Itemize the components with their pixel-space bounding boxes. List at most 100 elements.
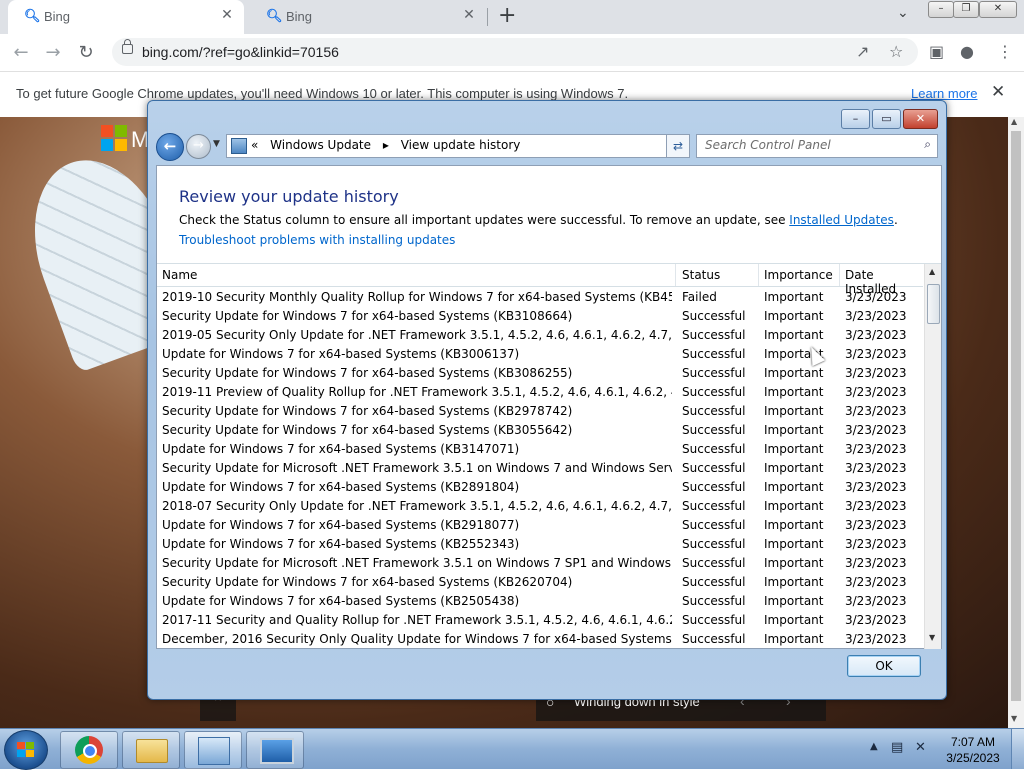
table-row[interactable]: Security Update for Windows 7 for x64-ba…	[157, 401, 923, 420]
column-importance[interactable]: Importance	[764, 268, 833, 282]
update-name: 2017-11 Security and Quality Rollup for …	[162, 613, 672, 627]
update-status: Successful	[682, 461, 746, 475]
installed-updates-link[interactable]: Installed Updates	[789, 213, 894, 227]
tab-title: Bing	[286, 9, 313, 24]
share-icon[interactable]: ↗	[856, 42, 869, 61]
taskbar-control-panel[interactable]	[184, 731, 242, 769]
list-scroll-down-icon[interactable]: ▼	[929, 633, 935, 642]
ok-button[interactable]: OK	[847, 655, 921, 677]
clock-time: 7:07 AM	[950, 735, 996, 749]
breadcrumb[interactable]: « Windows Update ▸ View update history ▼	[226, 134, 690, 158]
menu-kebab-icon[interactable]: ⋮	[997, 42, 1013, 61]
table-row[interactable]: Update for Windows 7 for x64-based Syste…	[157, 439, 923, 458]
list-scroll-thumb[interactable]	[927, 284, 940, 324]
folder-icon	[136, 739, 168, 763]
infobar-close-icon[interactable]: ✕	[991, 82, 1005, 102]
tab-close-icon[interactable]: ✕	[218, 7, 236, 25]
search-placeholder[interactable]: Search Control Panel	[705, 138, 831, 152]
tab-close-icon[interactable]: ✕	[460, 7, 478, 25]
minimize-button[interactable]: –	[928, 1, 954, 18]
profile-avatar-icon[interactable]: ●	[960, 42, 974, 61]
forward-arrow-icon[interactable]: →	[40, 40, 66, 66]
restore-button[interactable]: ❐	[953, 1, 979, 18]
learn-more-link[interactable]: Learn more	[911, 86, 977, 101]
table-row[interactable]: Update for Windows 7 for x64-based Syste…	[157, 591, 923, 610]
table-row[interactable]: December, 2016 Security Only Quality Upd…	[157, 629, 923, 648]
dialog-minimize-button[interactable]: –	[841, 109, 870, 129]
scroll-down-arrow-icon[interactable]: ▼	[1011, 714, 1017, 723]
tab-bing[interactable]: 🔍︎ Bing ✕	[250, 0, 486, 34]
close-window-button[interactable]: ✕	[979, 1, 1017, 18]
microsoft-logo-icon[interactable]	[101, 125, 127, 151]
update-status: Successful	[682, 499, 746, 513]
update-date: 3/23/2023	[845, 480, 907, 494]
column-status[interactable]: Status	[682, 268, 720, 282]
table-row[interactable]: Security Update for Windows 7 for x64-ba…	[157, 420, 923, 439]
troubleshoot-link[interactable]: Troubleshoot problems with installing up…	[179, 233, 455, 247]
dialog-close-button[interactable]: ✕	[903, 109, 938, 129]
network-icon[interactable]: ▤	[891, 740, 903, 755]
update-name: December, 2016 Security Only Quality Upd…	[162, 632, 672, 646]
table-row[interactable]: Update for Windows 7 for x64-based Syste…	[157, 534, 923, 553]
table-row[interactable]: Security Update for Windows 7 for x64-ba…	[157, 572, 923, 591]
breadcrumb-separator-icon[interactable]: ▸	[383, 138, 389, 152]
update-status: Successful	[682, 347, 746, 361]
update-name: Update for Windows 7 for x64-based Syste…	[162, 347, 520, 361]
taskbar-windows-explorer[interactable]	[122, 731, 180, 769]
tab-search-chevron-icon[interactable]: ⌄	[897, 5, 909, 21]
table-row[interactable]: Update for Windows 7 for x64-based Syste…	[157, 477, 923, 496]
update-status: Failed	[682, 290, 717, 304]
breadcrumb-view-update-history[interactable]: View update history	[401, 138, 521, 152]
refresh-icon[interactable]: ⇄	[666, 134, 690, 158]
show-desktop-button[interactable]	[1011, 729, 1024, 769]
windows-taskbar: ▲ ▤ ✕ 7:07 AM 3/25/2023	[0, 728, 1024, 770]
column-divider[interactable]	[675, 264, 676, 286]
page-scrollbar[interactable]: ▲ ▼	[1008, 117, 1024, 728]
back-button[interactable]: ←	[156, 133, 184, 161]
taskbar-chrome[interactable]	[60, 731, 118, 769]
volume-muted-icon[interactable]: ✕	[915, 740, 926, 755]
update-status: Successful	[682, 613, 746, 627]
scroll-up-arrow-icon[interactable]: ▲	[1011, 117, 1017, 126]
new-tab-button[interactable]: +	[498, 3, 516, 28]
show-hidden-icons-icon[interactable]: ▲	[870, 741, 878, 752]
update-date: 3/23/2023	[845, 328, 907, 342]
table-row[interactable]: 2019-10 Security Monthly Quality Rollup …	[157, 287, 923, 306]
search-control-panel-input[interactable]: Search Control Panel ⌕	[696, 134, 938, 158]
explorer-address-row: ← → ▼ « Windows Update ▸ View update his…	[154, 133, 940, 161]
back-arrow-icon[interactable]: ←	[8, 40, 34, 66]
side-panel-icon[interactable]: ▣	[929, 42, 944, 61]
system-clock[interactable]: 7:07 AM 3/25/2023	[940, 734, 1006, 766]
forward-button[interactable]: →	[186, 134, 211, 159]
url-text[interactable]: bing.com/?ref=go&linkid=70156	[142, 44, 339, 60]
tab-bing-active[interactable]: 🔍︎ Bing ✕	[8, 0, 244, 34]
update-name: Update for Windows 7 for x64-based Syste…	[162, 442, 520, 456]
taskbar-remote-desktop[interactable]	[246, 731, 304, 769]
dialog-maximize-button[interactable]: ▭	[872, 109, 901, 129]
column-divider[interactable]	[839, 264, 840, 286]
bookmark-star-icon[interactable]: ☆	[889, 42, 903, 61]
list-scroll-up-icon[interactable]: ▲	[929, 267, 935, 276]
recent-pages-dropdown-icon[interactable]: ▼	[213, 139, 220, 149]
breadcrumb-overflow[interactable]: «	[251, 138, 258, 152]
update-status: Successful	[682, 480, 746, 494]
start-button[interactable]	[4, 730, 48, 770]
reload-icon[interactable]: ↻	[73, 40, 99, 66]
table-row[interactable]: Security Update for Microsoft .NET Frame…	[157, 553, 923, 572]
table-row[interactable]: Security Update for Windows 7 for x64-ba…	[157, 306, 923, 325]
column-divider[interactable]	[758, 264, 759, 286]
table-row[interactable]: Security Update for Windows 7 for x64-ba…	[157, 363, 923, 382]
page-scroll-thumb[interactable]	[1011, 131, 1021, 701]
table-row[interactable]: 2018-07 Security Only Update for .NET Fr…	[157, 496, 923, 515]
table-row[interactable]: 2019-05 Security Only Update for .NET Fr…	[157, 325, 923, 344]
address-bar[interactable]: bing.com/?ref=go&linkid=70156 ↗ ☆	[112, 38, 918, 66]
table-row[interactable]: Security Update for Microsoft .NET Frame…	[157, 458, 923, 477]
search-icon[interactable]: ⌕	[924, 137, 931, 152]
list-scrollbar[interactable]: ▲ ▼	[924, 264, 941, 649]
column-name[interactable]: Name	[162, 268, 197, 282]
breadcrumb-windows-update[interactable]: Windows Update	[270, 138, 371, 152]
update-importance: Important	[764, 385, 824, 399]
table-row[interactable]: 2017-11 Security and Quality Rollup for …	[157, 610, 923, 629]
table-row[interactable]: Update for Windows 7 for x64-based Syste…	[157, 515, 923, 534]
table-row[interactable]: 2019-11 Preview of Quality Rollup for .N…	[157, 382, 923, 401]
